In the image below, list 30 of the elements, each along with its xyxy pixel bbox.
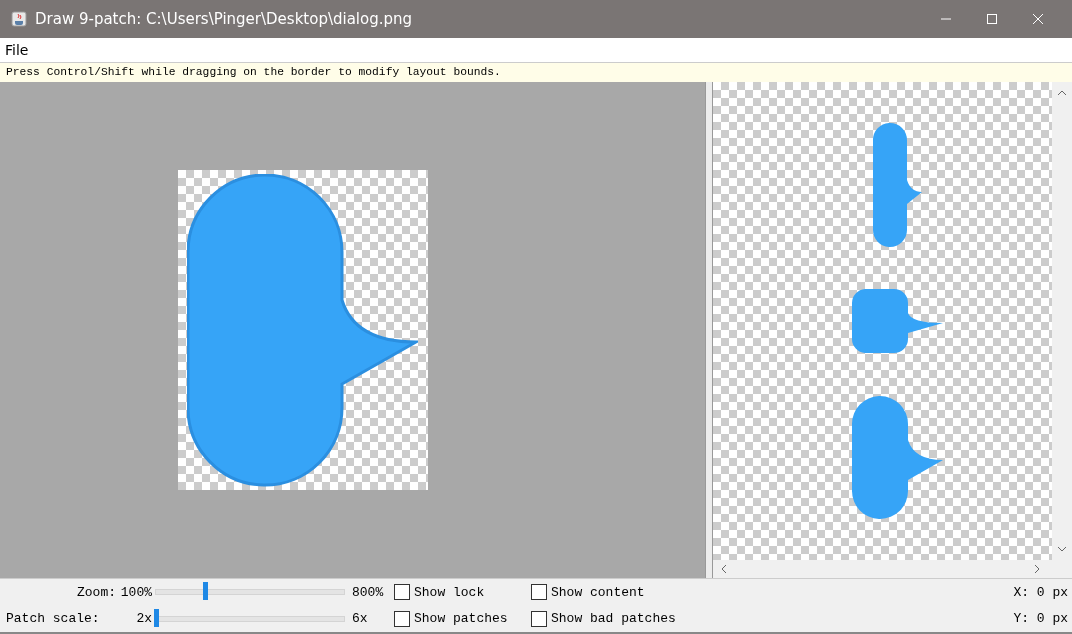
- slider-thumb[interactable]: [154, 608, 159, 627]
- checkbox[interactable]: [394, 584, 410, 601]
- checkbox[interactable]: [394, 610, 410, 627]
- vertical-scrollbar[interactable]: [1052, 82, 1072, 560]
- checkbox-label: Show patches: [414, 611, 508, 627]
- checkbox-label: Show bad patches: [551, 611, 676, 627]
- coordinate-readout: X: 0 px: [1013, 584, 1068, 600]
- horizontal-scrollbar[interactable]: [713, 560, 1072, 578]
- menu-item[interactable]: File: [0, 42, 34, 58]
- hint-text: Press Control/Shift while dragging on the border to modify layout bounds.: [0, 63, 1072, 82]
- checkbox[interactable]: [531, 584, 547, 601]
- maximize-icon[interactable]: [986, 13, 998, 25]
- chevron-down-icon[interactable]: [1057, 546, 1067, 552]
- java-app-icon: [11, 11, 27, 27]
- slider-thumb[interactable]: [202, 582, 208, 601]
- slider-label: Zoom:: [77, 584, 116, 600]
- chevron-up-icon[interactable]: [1057, 90, 1067, 96]
- slider-max-label: 6x: [351, 611, 369, 627]
- chevron-right-icon[interactable]: [1034, 564, 1040, 574]
- checkbox[interactable]: [531, 610, 547, 627]
- slider-label: Patch scale:: [6, 611, 100, 627]
- chevron-left-icon[interactable]: [721, 564, 727, 574]
- slider-max-label: 800%: [351, 584, 385, 600]
- slider-min-label: 100%: [120, 584, 152, 600]
- slider-min-label: 2x: [136, 611, 152, 627]
- close-icon[interactable]: [1032, 13, 1044, 25]
- coordinate-readout: Y: 0 px: [1013, 611, 1068, 627]
- checkbox-label: Show content: [551, 584, 645, 600]
- checkbox-label: Show lock: [414, 584, 485, 600]
- window-title: Draw 9-patch: C:\Users\Pinger\Desktop\dialog.png: [35, 10, 414, 28]
